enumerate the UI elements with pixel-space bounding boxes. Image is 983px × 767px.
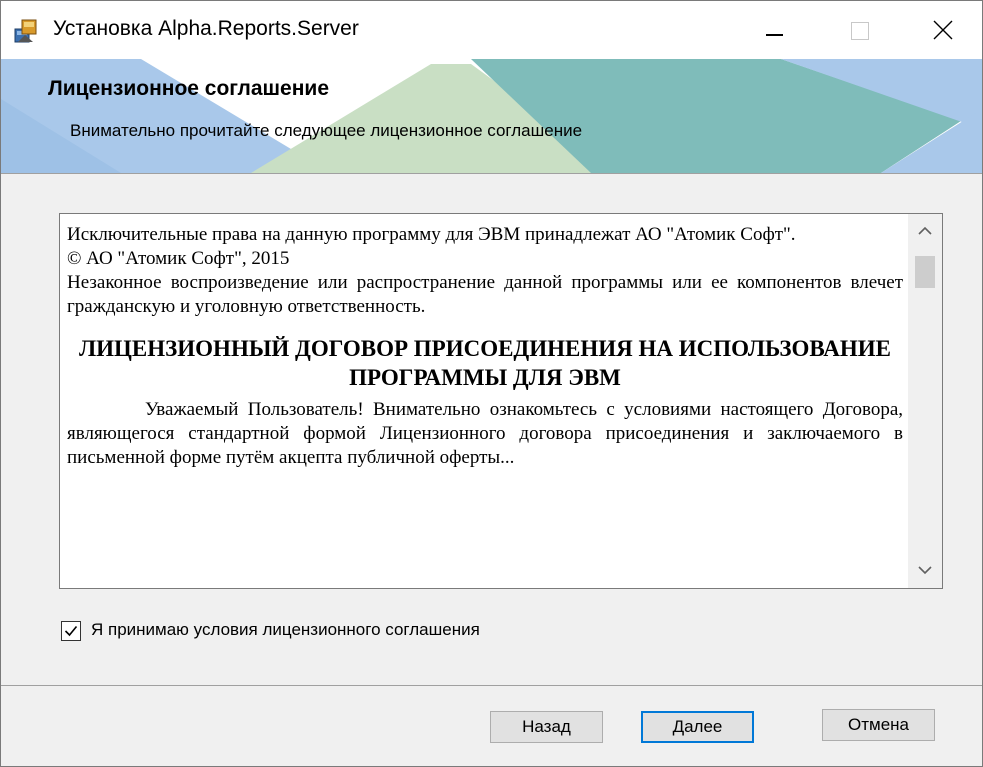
- license-paragraph: © АО "Атомик Софт", 2015: [67, 248, 290, 269]
- installer-icon: [13, 18, 39, 44]
- license-text-area[interactable]: Исключительные права на данную программу…: [59, 213, 943, 589]
- close-icon: [933, 20, 953, 40]
- chevron-down-icon: [918, 566, 932, 575]
- minimize-button[interactable]: [743, 1, 803, 59]
- license-intro: Уважаемый Пользователь! Внимательно озна…: [67, 399, 903, 468]
- banner-title: Лицензионное соглашение: [48, 77, 330, 100]
- scroll-thumb[interactable]: [915, 256, 935, 288]
- banner-divider: [1, 173, 982, 174]
- chevron-up-icon: [918, 226, 932, 235]
- maximize-icon: [851, 22, 869, 40]
- minimize-icon: [766, 34, 783, 36]
- installer-window: Установка Alpha.Reports.Server Лицензион…: [0, 0, 983, 767]
- banner-subtitle: Внимательно прочитайте следующее лицензи…: [70, 121, 583, 140]
- license-scrollbar[interactable]: [908, 214, 942, 588]
- accept-checkbox[interactable]: [61, 621, 81, 641]
- footer-divider: [1, 685, 982, 686]
- scroll-down-button[interactable]: [908, 554, 942, 588]
- accept-checkbox-label[interactable]: Я принимаю условия лицензионного соглаше…: [91, 620, 480, 640]
- maximize-button[interactable]: [828, 1, 888, 59]
- cancel-button[interactable]: Отмена: [822, 709, 935, 741]
- back-button[interactable]: Назад: [490, 711, 603, 743]
- title-bar[interactable]: Установка Alpha.Reports.Server: [1, 1, 982, 59]
- license-heading: ЛИЦЕНЗИОННЫЙ ДОГОВОР ПРИСОЕДИНЕНИЯ НА ИС…: [78, 336, 892, 390]
- window-title: Установка Alpha.Reports.Server: [53, 17, 359, 40]
- checkmark-icon: [64, 625, 78, 637]
- license-content: Исключительные права на данную программу…: [67, 223, 903, 470]
- header-banner: Лицензионное соглашение Внимательно проч…: [1, 59, 982, 173]
- next-button[interactable]: Далее: [641, 711, 754, 743]
- license-paragraph: Незаконное воспроизведение или распростр…: [67, 272, 903, 317]
- license-paragraph: Исключительные права на данную программу…: [67, 224, 796, 245]
- close-button[interactable]: [913, 1, 973, 59]
- scroll-up-button[interactable]: [908, 214, 942, 248]
